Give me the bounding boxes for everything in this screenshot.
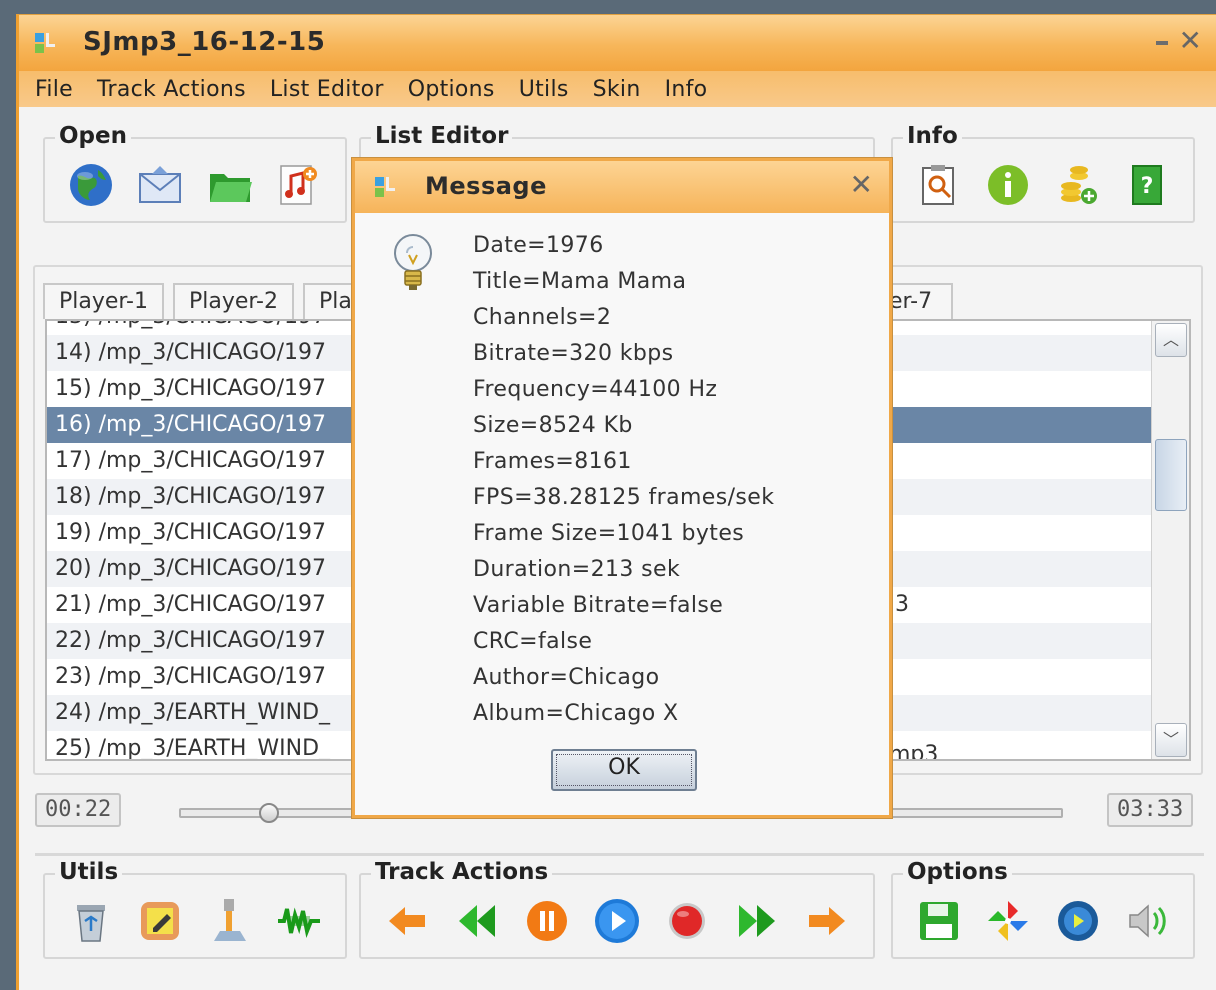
- app-icon: [375, 177, 395, 197]
- info-group: Info ?: [891, 123, 1195, 223]
- window-title: SJmp3_16-12-15: [83, 27, 326, 57]
- info-size: Size=8524 Kb: [473, 413, 633, 438]
- speaker-icon[interactable]: [1123, 897, 1171, 945]
- play-icon[interactable]: [593, 897, 641, 945]
- row-21-tail: 3: [895, 592, 909, 617]
- scroll-up-button[interactable]: ︿: [1155, 323, 1187, 357]
- info-album: Album=Chicago X: [473, 701, 679, 726]
- info-fps: FPS=38.28125 frames/sek: [473, 485, 775, 510]
- menu-info[interactable]: Info: [665, 77, 708, 102]
- usb-icon[interactable]: [206, 897, 254, 945]
- utils-group-title: Utils: [55, 859, 123, 885]
- menu-track-actions[interactable]: Track Actions: [97, 77, 246, 102]
- minimize-button[interactable]: [1156, 41, 1168, 45]
- info-author: Author=Chicago: [473, 665, 660, 690]
- menu-bar: File Track Actions List Editor Options U…: [19, 71, 1216, 107]
- note-edit-icon[interactable]: [136, 897, 184, 945]
- email-icon[interactable]: [136, 161, 184, 209]
- message-dialog: Message ✕ Date=1976 Title=Mama Mama Chan…: [352, 158, 892, 818]
- add-music-icon[interactable]: [275, 161, 323, 209]
- save-icon[interactable]: [915, 897, 963, 945]
- tab-player-2[interactable]: Player-2: [173, 283, 294, 319]
- menu-skin[interactable]: Skin: [593, 77, 641, 102]
- pause-icon[interactable]: [523, 897, 571, 945]
- dialog-title: Message: [425, 172, 547, 200]
- options-group-title: Options: [903, 859, 1012, 885]
- help-book-icon[interactable]: ?: [1123, 161, 1171, 209]
- playlist-scrollbar[interactable]: ︿ ﹀: [1151, 321, 1189, 759]
- info-crc: CRC=false: [473, 629, 593, 654]
- info-variable-bitrate: Variable Bitrate=false: [473, 593, 724, 618]
- info-bitrate: Bitrate=320 kbps: [473, 341, 674, 366]
- next-arrow-icon[interactable]: [803, 897, 851, 945]
- elapsed-time: 00:22: [35, 793, 122, 827]
- info-channels: Channels=2: [473, 305, 612, 330]
- info-frames: Frames=8161: [473, 449, 632, 474]
- equalizer-icon[interactable]: [275, 897, 323, 945]
- open-folder-icon[interactable]: [206, 161, 254, 209]
- title-bar: SJmp3_16-12-15 ✕: [19, 15, 1216, 71]
- recycle-bin-icon[interactable]: [67, 897, 115, 945]
- seek-knob[interactable]: [259, 803, 279, 823]
- fast-forward-icon[interactable]: [733, 897, 781, 945]
- track-actions-group-title: Track Actions: [371, 859, 553, 885]
- stop-record-icon[interactable]: [663, 897, 711, 945]
- scroll-down-button[interactable]: ﹀: [1155, 723, 1187, 757]
- row-25-tail: mp3: [889, 742, 939, 761]
- track-actions-group: Track Actions: [359, 859, 875, 959]
- coins-add-icon[interactable]: [1054, 161, 1102, 209]
- info-frame-size: Frame Size=1041 bytes: [473, 521, 745, 546]
- close-window-button[interactable]: ✕: [1179, 27, 1202, 55]
- menu-list-editor[interactable]: List Editor: [270, 77, 384, 102]
- info-icon[interactable]: [984, 161, 1032, 209]
- open-group: Open: [43, 123, 347, 223]
- clipboard-search-icon[interactable]: [915, 161, 963, 209]
- ok-button[interactable]: OK: [551, 749, 697, 791]
- menu-file[interactable]: File: [35, 77, 73, 102]
- open-group-title: Open: [55, 123, 131, 149]
- menu-utils[interactable]: Utils: [519, 77, 569, 102]
- info-title: Title=Mama Mama: [473, 269, 687, 294]
- tab-player-1[interactable]: Player-1: [43, 283, 164, 319]
- total-time: 03:33: [1107, 793, 1194, 827]
- svg-text:?: ?: [1141, 174, 1154, 199]
- rewind-icon[interactable]: [453, 897, 501, 945]
- scroll-thumb[interactable]: [1155, 439, 1187, 511]
- pinwheel-icon[interactable]: [984, 897, 1032, 945]
- list-editor-group-title: List Editor: [371, 123, 513, 149]
- menu-options[interactable]: Options: [408, 77, 495, 102]
- app-icon: [35, 33, 55, 53]
- info-frequency: Frequency=44100 Hz: [473, 377, 718, 402]
- lightbulb-icon: [394, 234, 432, 290]
- utils-group: Utils: [43, 859, 347, 959]
- globe-icon[interactable]: [67, 161, 115, 209]
- info-duration: Duration=213 sek: [473, 557, 681, 582]
- info-group-title: Info: [903, 123, 962, 149]
- separator: [35, 853, 1204, 856]
- options-group: Options: [891, 859, 1195, 959]
- media-icon[interactable]: [1054, 897, 1102, 945]
- info-date: Date=1976: [473, 233, 604, 258]
- dialog-title-bar: Message ✕: [355, 161, 889, 213]
- previous-arrow-icon[interactable]: [383, 897, 431, 945]
- dialog-close-button[interactable]: ✕: [850, 171, 873, 199]
